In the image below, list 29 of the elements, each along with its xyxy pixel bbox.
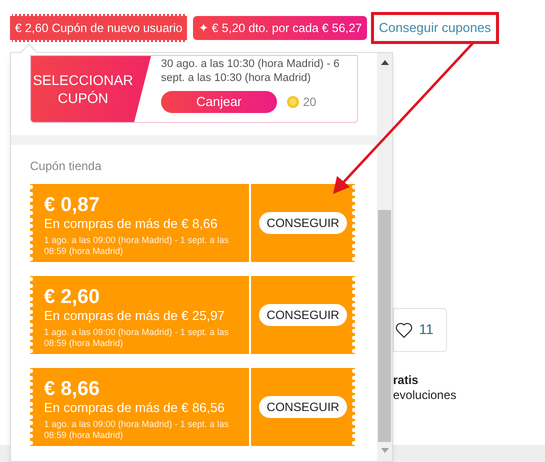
section-title: Cupón tienda [30, 158, 102, 175]
coin-count: 20 [303, 94, 316, 111]
like-button[interactable]: 11 [393, 308, 447, 352]
coin-icon [287, 96, 299, 108]
coupon-condition: En compras de más de € 25,97 [44, 308, 226, 324]
coupon-amount: € 0,87 [44, 194, 101, 216]
get-coupon-button[interactable]: CONSEGUIR [259, 304, 347, 326]
coupon-validity: 30 ago. a las 10:30 (hora Madrid) - 6 sept. a las 10:30 (hora Madrid) [161, 57, 341, 85]
coupon-amount: € 2,60 [44, 286, 101, 308]
coupon-tag[interactable]: € 2,60 Cupón de nuevo usuario [10, 14, 188, 42]
select-coupon-label: SELECCIONAR CUPÓN [32, 71, 134, 107]
coupon-validity: 1 ago. a las 09:00 (hora Madrid) - 1 sept. a las 08:59 (hora Madrid) [44, 327, 230, 349]
get-coupons-link[interactable]: Conseguir cupones [378, 18, 491, 38]
get-coupon-button[interactable]: CONSEGUIR [259, 396, 347, 418]
coupon-validity: 1 ago. a las 09:00 (hora Madrid) - 1 sept. a las 08:59 (hora Madrid) [44, 235, 230, 257]
scrollbar-thumb[interactable] [378, 210, 391, 442]
coupon-tag[interactable]: ✦ € 5,20 dto. por cada € 56,27 [193, 16, 367, 40]
scrollbar[interactable] [377, 53, 392, 461]
heart-icon [395, 322, 413, 338]
scroll-down-icon[interactable] [380, 448, 388, 453]
returns-text: evoluciones [393, 388, 458, 402]
redeem-button[interactable]: Canjear [161, 91, 277, 113]
get-coupon-button[interactable]: CONSEGUIR [259, 212, 347, 234]
coupon-amount: € 8,66 [44, 378, 101, 400]
coupon-validity: 1 ago. a las 09:00 (hora Madrid) - 1 sept. a las 08:59 (hora Madrid) [44, 419, 230, 441]
coupon-condition: En compras de más de € 8,66 [44, 216, 218, 232]
shipping-title: ratis [393, 372, 420, 388]
scroll-up-icon[interactable] [380, 60, 388, 65]
coupon-condition: En compras de más de € 86,56 [44, 400, 226, 416]
